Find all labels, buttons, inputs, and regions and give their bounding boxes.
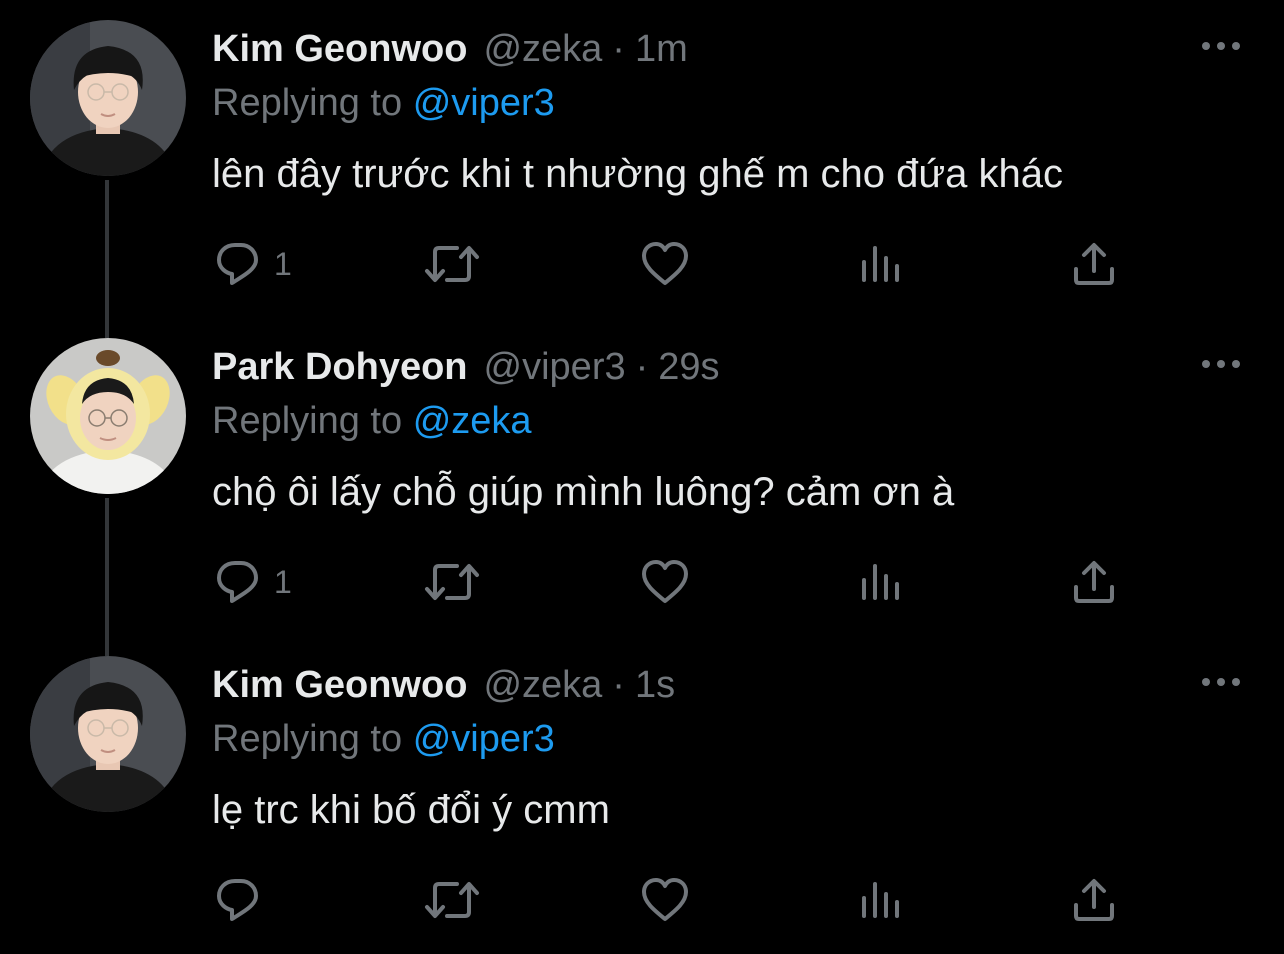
separator-dot: · xyxy=(612,664,625,706)
separator-dot: · xyxy=(635,346,649,388)
display-name[interactable]: Park Dohyeon xyxy=(212,344,468,390)
replying-to-label: Replying to xyxy=(212,718,403,760)
share-button[interactable] xyxy=(1072,238,1116,290)
user-handle[interactable]: @viper3 xyxy=(484,344,626,390)
reply-bubble-icon xyxy=(214,875,264,925)
reply-count: 1 xyxy=(274,245,292,282)
profile-photo-icon xyxy=(30,656,186,812)
tweet[interactable]: Kim Geonwoo @zeka · 1m Replying to @vipe… xyxy=(0,0,1284,318)
reply-button[interactable]: 1 xyxy=(214,556,292,608)
like-button[interactable] xyxy=(640,238,690,290)
tweet-text: lên đây trước khi t nhường ghế m cho đứa… xyxy=(212,152,1063,196)
user-handle[interactable]: @zeka xyxy=(483,662,602,708)
replying-to: Replying to @viper3 xyxy=(212,716,555,762)
replying-to: Replying to @zeka xyxy=(212,398,532,444)
views-button[interactable] xyxy=(859,238,903,290)
display-name[interactable]: Kim Geonwoo xyxy=(212,662,467,708)
reply-count: 1 xyxy=(274,563,292,600)
tweet-text: chộ ôi lấy chỗ giúp mình luông? cảm ơn à xyxy=(212,470,955,514)
more-horizontal-icon[interactable] xyxy=(1198,668,1244,696)
share-button[interactable] xyxy=(1072,874,1116,926)
avatar[interactable] xyxy=(30,656,186,812)
share-upload-icon xyxy=(1072,877,1116,923)
profile-photo-icon xyxy=(30,20,186,176)
replying-to-handle[interactable]: @viper3 xyxy=(413,718,555,760)
profile-photo-icon xyxy=(30,338,186,494)
replying-to-handle[interactable]: @viper3 xyxy=(413,82,555,124)
tweet[interactable]: Kim Geonwoo @zeka · 1s Replying to @vipe… xyxy=(0,636,1284,954)
timestamp[interactable]: 29s xyxy=(658,344,719,390)
separator-dot: · xyxy=(612,28,625,70)
tweet-header: Park Dohyeon @viper3 · 29s xyxy=(212,344,720,390)
views-button[interactable] xyxy=(859,556,903,608)
avatar[interactable] xyxy=(30,338,186,494)
retweet-button[interactable] xyxy=(424,238,480,290)
heart-icon xyxy=(640,239,690,289)
tweet-header: Kim Geonwoo @zeka · 1s xyxy=(212,662,675,708)
retweet-icon xyxy=(424,875,480,925)
timestamp[interactable]: 1s xyxy=(635,662,675,708)
retweet-button[interactable] xyxy=(424,556,480,608)
views-button[interactable] xyxy=(859,874,903,926)
like-button[interactable] xyxy=(640,874,690,926)
share-upload-icon xyxy=(1072,559,1116,605)
reply-bubble-icon xyxy=(214,239,264,289)
like-button[interactable] xyxy=(640,556,690,608)
retweet-icon xyxy=(424,239,480,289)
replying-to: Replying to @viper3 xyxy=(212,80,555,126)
display-name[interactable]: Kim Geonwoo xyxy=(212,26,467,72)
reply-button[interactable]: 1 xyxy=(214,238,292,290)
share-button[interactable] xyxy=(1072,556,1116,608)
user-handle[interactable]: @zeka xyxy=(483,26,602,72)
views-bar-chart-icon xyxy=(859,242,903,286)
replying-to-label: Replying to xyxy=(212,400,403,442)
views-bar-chart-icon xyxy=(859,560,903,604)
reply-bubble-icon xyxy=(214,557,264,607)
avatar[interactable] xyxy=(30,20,186,176)
tweet[interactable]: Park Dohyeon @viper3 · 29s Replying to @… xyxy=(0,318,1284,636)
retweet-button[interactable] xyxy=(424,874,480,926)
views-bar-chart-icon xyxy=(859,878,903,922)
more-horizontal-icon[interactable] xyxy=(1198,32,1244,60)
heart-icon xyxy=(640,557,690,607)
reply-button[interactable] xyxy=(214,874,274,926)
tweet-header: Kim Geonwoo @zeka · 1m xyxy=(212,26,688,72)
more-horizontal-icon[interactable] xyxy=(1198,350,1244,378)
tweet-text: lẹ trc khi bố đổi ý cmm xyxy=(212,788,610,832)
replying-to-label: Replying to xyxy=(212,82,403,124)
replying-to-handle[interactable]: @zeka xyxy=(413,400,532,442)
heart-icon xyxy=(640,875,690,925)
retweet-icon xyxy=(424,557,480,607)
share-upload-icon xyxy=(1072,241,1116,287)
timestamp[interactable]: 1m xyxy=(635,26,688,72)
